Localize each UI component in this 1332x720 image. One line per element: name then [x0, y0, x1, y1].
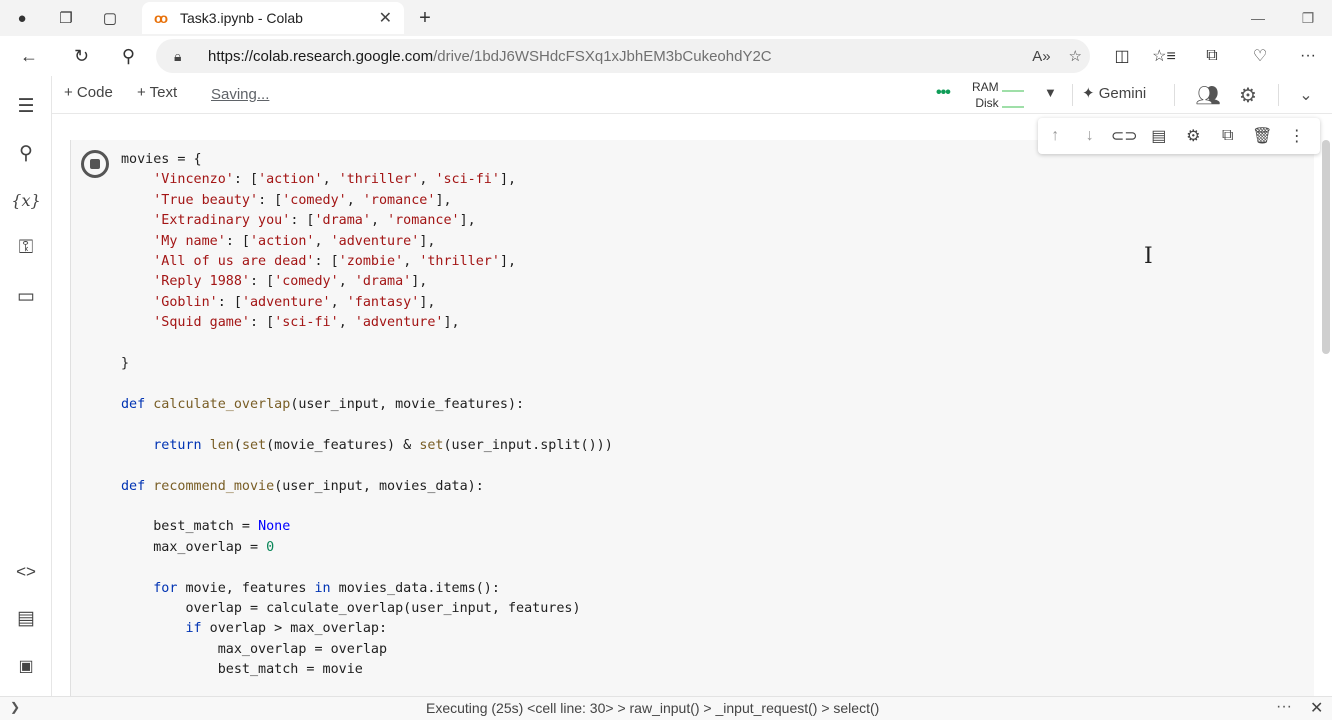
arrow-up-icon[interactable]: ↑	[1038, 118, 1073, 154]
add-code-button[interactable]: + Code	[64, 84, 113, 101]
collections-icon[interactable]: ⧉	[1188, 36, 1236, 76]
back-icon[interactable]: ←	[0, 36, 58, 76]
expand-chevron-icon[interactable]: ❯	[10, 700, 20, 714]
lock-icon[interactable]: 🔒︎	[174, 48, 208, 65]
search-icon[interactable]: ⚲	[0, 133, 52, 173]
notebook-main: + Code + Text Saving... ••• RAM Disk ▼ ✦…	[52, 76, 1332, 700]
browser-menu-icon[interactable]: ···	[1284, 36, 1332, 76]
chevron-down-icon[interactable]: ⌄	[1290, 80, 1322, 110]
colab-left-sidebar: ☰ ⚲ {x} ⚿ ▭ <> ▤ ▣	[0, 76, 52, 696]
stop-execution-button[interactable]	[81, 150, 109, 178]
refresh-icon[interactable]: ↻	[58, 36, 105, 76]
saving-status[interactable]: Saving...	[211, 86, 269, 103]
ram-label: RAM	[972, 80, 999, 94]
status-bar: ❯ Executing (25s) <cell line: 30> > raw_…	[0, 696, 1332, 720]
toolbar-divider	[1072, 84, 1073, 106]
favorites-icon[interactable]: ☆≡	[1140, 36, 1188, 76]
toc-icon[interactable]: ☰	[0, 86, 52, 126]
ram-bar	[1002, 90, 1024, 92]
read-aloud-icon[interactable]: A»	[1032, 48, 1050, 65]
settings-gear-icon[interactable]: ⚙	[1232, 80, 1264, 110]
share-people-icon[interactable]: 👥︎	[1192, 80, 1224, 110]
resource-indicator[interactable]: RAM Disk	[972, 79, 999, 111]
cell-toolbar: ↑ ↓ ⊂⊃ ▤ ⚙ ⧉ 🗑︎ ⋮	[1038, 118, 1320, 154]
runtime-status-dots-icon[interactable]: •••	[936, 84, 951, 102]
gemini-button[interactable]: ✦ Gemini	[1082, 84, 1146, 102]
split-screen-icon[interactable]: ◫	[1104, 36, 1140, 76]
workspaces-icon[interactable]: ❐	[44, 0, 88, 36]
tab-title: Task3.ipynb - Colab	[180, 10, 303, 26]
secrets-icon[interactable]: ⚿	[0, 228, 52, 268]
profile-icon[interactable]: ●	[0, 0, 44, 36]
toolbar-divider	[1278, 84, 1279, 106]
code-editor[interactable]: movies = { 'Vincenzo': ['action', 'thril…	[121, 150, 613, 681]
code-snippets-icon[interactable]: <>	[0, 552, 52, 592]
settings-icon[interactable]: ⚙	[1176, 118, 1211, 154]
minimize-icon[interactable]: —	[1234, 0, 1282, 36]
disk-bar	[1002, 106, 1024, 108]
command-palette-icon[interactable]: ▤	[0, 598, 52, 638]
url-text: https://colab.research.google.com/drive/…	[208, 47, 772, 65]
browser-tab-active[interactable]: oo Task3.ipynb - Colab ✕	[142, 2, 404, 34]
link-icon[interactable]: ⊂⊃	[1107, 118, 1142, 154]
notebook-toolbar: + Code + Text Saving... ••• RAM Disk ▼ ✦…	[52, 76, 1332, 114]
close-icon[interactable]: ✕	[1310, 698, 1323, 718]
execution-status[interactable]: Executing (25s) <cell line: 30> > raw_in…	[426, 700, 879, 716]
files-icon[interactable]: ▭	[0, 276, 52, 316]
runtime-dropdown-icon[interactable]: ▼	[1044, 85, 1057, 100]
disk-label: Disk	[975, 96, 999, 110]
add-text-button[interactable]: + Text	[137, 84, 177, 101]
new-tab-button[interactable]: +	[412, 4, 438, 32]
delete-icon[interactable]: 🗑︎	[1245, 118, 1280, 154]
restore-icon[interactable]: ❐	[1284, 0, 1332, 36]
tab-actions-icon[interactable]: ▢	[88, 0, 132, 36]
tab-close-icon[interactable]: ✕	[379, 8, 392, 28]
address-bar-row: ← ↻ ⚲ 🔒︎ https://colab.research.google.c…	[0, 36, 1332, 76]
colab-favicon-icon: oo	[154, 10, 168, 26]
code-cell[interactable]: movies = { 'Vincenzo': ['action', 'thril…	[70, 140, 1314, 700]
toolbar-divider	[1174, 84, 1175, 106]
performance-icon[interactable]: ♡	[1236, 36, 1284, 76]
url-field[interactable]: 🔒︎ https://colab.research.google.com/dri…	[156, 39, 1090, 73]
stop-icon	[90, 159, 100, 169]
mirror-cell-icon[interactable]: ⧉	[1211, 118, 1246, 154]
status-more-icon[interactable]: ···	[1276, 698, 1292, 716]
arrow-down-icon[interactable]: ↓	[1073, 118, 1108, 154]
search-icon[interactable]: ⚲	[105, 36, 152, 76]
text-cursor-icon: I	[1144, 244, 1153, 269]
terminal-icon[interactable]: ▣	[0, 646, 52, 686]
comment-icon[interactable]: ▤	[1142, 118, 1177, 154]
more-vert-icon[interactable]: ⋮	[1280, 118, 1315, 154]
favorite-star-icon[interactable]: ☆	[1069, 47, 1082, 65]
variables-icon[interactable]: {x}	[0, 180, 52, 220]
scrollbar[interactable]	[1322, 140, 1330, 354]
